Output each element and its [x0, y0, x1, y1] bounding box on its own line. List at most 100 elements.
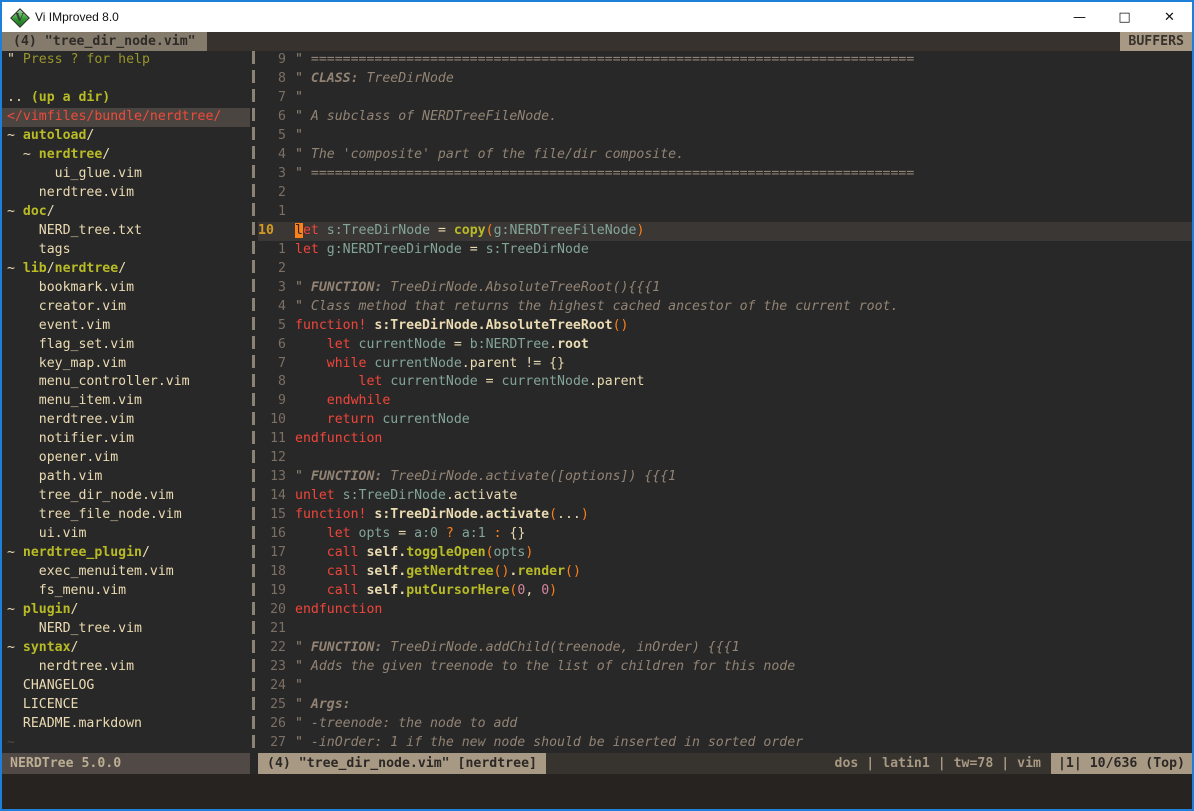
code-line[interactable]: 8 let currentNode = currentNode.parent: [258, 373, 1192, 392]
syntax-segment: Args:: [311, 697, 351, 712]
syntax-segment: currentNode: [501, 374, 588, 389]
code-line[interactable]: 24": [258, 677, 1192, 696]
close-button[interactable]: ✕: [1147, 2, 1192, 32]
editor-panel: 9 " =====================================…: [258, 51, 1192, 753]
maximize-button[interactable]: □: [1102, 2, 1147, 32]
tab-tree-dir-node[interactable]: (4) "tree_dir_node.vim": [2, 32, 207, 51]
window-controls: — □ ✕: [1057, 2, 1192, 32]
code-line[interactable]: 12: [258, 449, 1192, 468]
code-line[interactable]: 27" -inOrder: 1 if the new node should b…: [258, 734, 1192, 753]
code-line[interactable]: 3" =====================================…: [258, 165, 1192, 184]
code-line[interactable]: 26" -treenode: the node to add: [258, 715, 1192, 734]
tree-item[interactable]: ~ nerdtree_plugin/: [2, 544, 250, 563]
code-line[interactable]: 21: [258, 620, 1192, 639]
tree-item[interactable]: [2, 70, 250, 89]
tree-root-item[interactable]: </vimfiles/bundle/nerdtree/: [2, 108, 250, 127]
code-line[interactable]: 5": [258, 127, 1192, 146]
tree-item[interactable]: ui_glue.vim: [2, 165, 250, 184]
code-line[interactable]: 7 while currentNode.parent != {}: [258, 355, 1192, 374]
tree-item[interactable]: tree_dir_node.vim: [2, 487, 250, 506]
tree-item[interactable]: nerdtree.vim: [2, 658, 250, 677]
tree-item[interactable]: event.vim: [2, 317, 250, 336]
tree-item[interactable]: ~ lib/nerdtree/: [2, 260, 250, 279]
code-line[interactable]: 4" Class method that returns the highest…: [258, 298, 1192, 317]
code-line[interactable]: 20endfunction: [258, 601, 1192, 620]
window-separator[interactable]: [250, 51, 258, 753]
code-line[interactable]: 2: [258, 260, 1192, 279]
window-title: Vi IMproved 8.0: [35, 10, 119, 24]
tree-item[interactable]: key_map.vim: [2, 355, 250, 374]
tree-item[interactable]: nerdtree.vim: [2, 411, 250, 430]
syntax-segment: nerdtree: [55, 261, 119, 276]
syntax-segment: nerdtree.vim: [7, 185, 134, 200]
tree-item[interactable]: bookmark.vim: [2, 279, 250, 298]
code-text: " ======================================…: [295, 165, 914, 184]
syntax-segment: " Class method that returns the highest …: [295, 299, 898, 314]
tree-item[interactable]: ~ nerdtree/: [2, 146, 250, 165]
code-line[interactable]: 25" Args:: [258, 696, 1192, 715]
code-line[interactable]: 5function! s:TreeDirNode.AbsoluteTreeRoo…: [258, 317, 1192, 336]
syntax-segment: =: [390, 526, 414, 541]
tree-item[interactable]: ~ plugin/: [2, 601, 250, 620]
tree-item[interactable]: flag_set.vim: [2, 336, 250, 355]
code-line[interactable]: 15function! s:TreeDirNode.activate(...): [258, 506, 1192, 525]
tree-item[interactable]: menu_controller.vim: [2, 373, 250, 392]
syntax-segment: s:TreeDirNode: [343, 488, 446, 503]
command-line[interactable]: [2, 774, 1192, 809]
code-line[interactable]: 13" FUNCTION: TreeDirNode.activate([opti…: [258, 468, 1192, 487]
syntax-segment: tree_dir_node.vim: [7, 488, 174, 503]
tree-item[interactable]: path.vim: [2, 468, 250, 487]
code-line[interactable]: 17 call self.toggleOpen(opts): [258, 544, 1192, 563]
code-line[interactable]: 19 call self.putCursorHere(0, 0): [258, 582, 1192, 601]
tree-item[interactable]: " Press ? for help: [2, 51, 250, 70]
code-line[interactable]: 6 let currentNode = b:NERDTree.root: [258, 336, 1192, 355]
tree-item[interactable]: ~ syntax/: [2, 639, 250, 658]
tree-item[interactable]: menu_item.vim: [2, 392, 250, 411]
tree-item[interactable]: exec_menuitem.vim: [2, 563, 250, 582]
tree-item[interactable]: README.markdown: [2, 715, 250, 734]
tree-item[interactable]: ~: [2, 734, 250, 753]
code-line[interactable]: 14unlet s:TreeDirNode.activate: [258, 487, 1192, 506]
tree-item[interactable]: tree_file_node.vim: [2, 506, 250, 525]
syntax-segment: TreeDirNode.addChild(treenode, inOrder) …: [382, 640, 739, 655]
tree-item[interactable]: tags: [2, 241, 250, 260]
code-line[interactable]: 7": [258, 89, 1192, 108]
code-line[interactable]: 18 call self.getNerdtree().render(): [258, 563, 1192, 582]
tree-item[interactable]: opener.vim: [2, 449, 250, 468]
code-line[interactable]: 1: [258, 203, 1192, 222]
code-line[interactable]: 8" CLASS: TreeDirNode: [258, 70, 1192, 89]
code-line[interactable]: 16 let opts = a:0 ? a:1 : {}: [258, 525, 1192, 544]
title-bar: V Vi IMproved 8.0 — □ ✕: [2, 2, 1192, 32]
syntax-segment: currentNode: [390, 374, 477, 389]
code-line[interactable]: 3" FUNCTION: TreeDirNode.AbsoluteTreeRoo…: [258, 279, 1192, 298]
tree-item[interactable]: notifier.vim: [2, 430, 250, 449]
tree-item[interactable]: CHANGELOG: [2, 677, 250, 696]
minimize-button[interactable]: —: [1057, 2, 1102, 32]
tree-item[interactable]: .. (up a dir): [2, 89, 250, 108]
syntax-segment: Press ? for help: [23, 52, 150, 67]
code-line[interactable]: 1let g:NERDTreeDirNode = s:TreeDirNode: [258, 241, 1192, 260]
tree-item[interactable]: ~ autoload/: [2, 127, 250, 146]
code-line-current[interactable]: 10let s:TreeDirNode = copy(g:NERDTreeFil…: [258, 222, 1192, 241]
line-number: 9: [258, 51, 286, 70]
tree-item[interactable]: NERD_tree.vim: [2, 620, 250, 639]
tree-item[interactable]: creator.vim: [2, 298, 250, 317]
tree-item[interactable]: nerdtree.vim: [2, 184, 250, 203]
code-text: unlet s:TreeDirNode.activate: [295, 487, 517, 506]
code-line[interactable]: 11endfunction: [258, 430, 1192, 449]
code-line[interactable]: 10 return currentNode: [258, 411, 1192, 430]
syntax-segment: ...: [557, 507, 581, 522]
buffers-label: BUFFERS: [1120, 32, 1192, 51]
code-line[interactable]: 22" FUNCTION: TreeDirNode.addChild(treen…: [258, 639, 1192, 658]
tree-item[interactable]: LICENCE: [2, 696, 250, 715]
code-line[interactable]: 2: [258, 184, 1192, 203]
tree-item[interactable]: ui.vim: [2, 525, 250, 544]
code-line[interactable]: 23" Adds the given treenode to the list …: [258, 658, 1192, 677]
code-line[interactable]: 4" The 'composite' part of the file/dir …: [258, 146, 1192, 165]
tree-item[interactable]: ~ doc/: [2, 203, 250, 222]
tree-item[interactable]: fs_menu.vim: [2, 582, 250, 601]
tree-item[interactable]: NERD_tree.txt: [2, 222, 250, 241]
code-line[interactable]: 6" A subclass of NERDTreeFileNode.: [258, 108, 1192, 127]
code-line[interactable]: 9" =====================================…: [258, 51, 1192, 70]
code-line[interactable]: 9 endwhile: [258, 392, 1192, 411]
